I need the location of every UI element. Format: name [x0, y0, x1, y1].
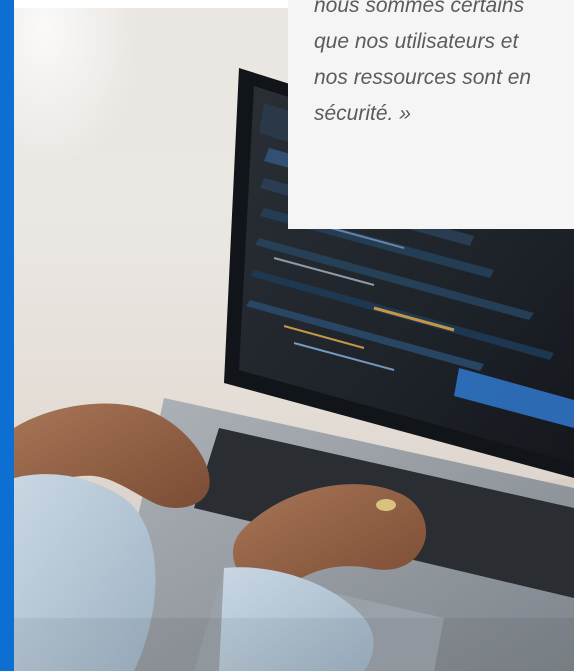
accent-bar	[0, 0, 14, 671]
testimonial-section: nous sommes certains que nos utilisateur…	[0, 0, 574, 671]
quote-text: nous sommes certains que nos utilisateur…	[314, 0, 532, 125]
quote-card: nous sommes certains que nos utilisateur…	[288, 0, 574, 229]
ring	[376, 499, 396, 511]
